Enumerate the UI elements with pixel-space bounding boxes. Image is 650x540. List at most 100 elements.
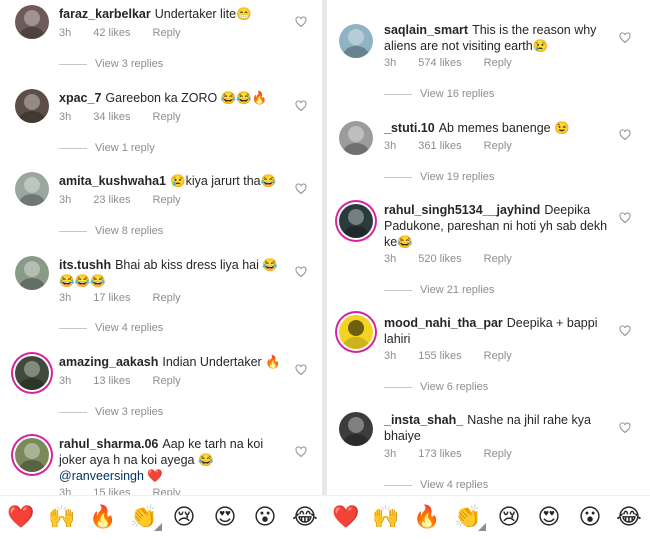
view-replies-button[interactable]: View 21 replies <box>384 284 494 296</box>
surprised-face-emoji-button[interactable]: 😮 <box>251 504 279 532</box>
comment-text: mood_nahi_tha_par Deepika + bappi lahiri <box>384 315 614 347</box>
reply-button[interactable]: Reply <box>484 140 512 152</box>
heart-icon[interactable] <box>295 100 307 112</box>
comment-body: 😢kiya jarurt tha😂 <box>170 174 277 188</box>
likes-count[interactable]: 15 likes <box>93 487 130 495</box>
heart-icon[interactable] <box>619 325 631 337</box>
view-replies-button[interactable]: View 16 replies <box>384 88 494 100</box>
fire-emoji-button[interactable]: 🔥 <box>413 504 441 532</box>
likes-count[interactable]: 520 likes <box>418 253 461 265</box>
comment-text: amazing_aakash Indian Undertaker 🔥 <box>59 354 284 370</box>
heart-icon[interactable] <box>619 32 631 44</box>
username[interactable]: amazing_aakash <box>59 355 158 369</box>
view-replies-label: View 16 replies <box>420 88 495 100</box>
heart-icon[interactable] <box>619 212 631 224</box>
heart-icon[interactable] <box>295 183 307 195</box>
username[interactable]: xpac_7 <box>59 91 101 105</box>
likes-count[interactable]: 574 likes <box>418 57 461 69</box>
username[interactable]: its.tushh <box>59 258 111 272</box>
username[interactable]: mood_nahi_tha_par <box>384 316 503 330</box>
heart-icon[interactable] <box>619 422 631 434</box>
fire-emoji-button[interactable]: 🔥 <box>89 504 117 532</box>
comment-text: _insta_shah_ Nashe na jhil rahe kya bhaiy… <box>384 412 614 444</box>
reply-button[interactable]: Reply <box>153 194 181 206</box>
comment-text: its.tushh Bhai ab kiss dress liya hai 😂😂😂… <box>59 257 284 289</box>
avatar[interactable] <box>339 121 373 155</box>
avatar[interactable] <box>339 204 373 238</box>
reply-button[interactable]: Reply <box>484 448 512 460</box>
heart-icon[interactable] <box>619 129 631 141</box>
quick-reaction-bar: ❤️ 🙌 🔥 👏 😢 😍 😮 😂 ❤️ 🙌 🔥 👏 😢 😍 😮 😂 <box>0 495 650 540</box>
view-replies-label: View 4 replies <box>420 479 489 491</box>
view-replies-button[interactable]: View 1 reply <box>59 142 155 154</box>
clapping-emoji-button[interactable]: 👏 <box>130 504 162 532</box>
likes-count[interactable]: 155 likes <box>418 350 461 362</box>
likes-count[interactable]: 34 likes <box>93 111 130 123</box>
comment-body: Indian Undertaker 🔥 <box>162 355 281 369</box>
heart-eyes-emoji-button[interactable]: 😍 <box>211 504 239 532</box>
reply-button[interactable]: Reply <box>153 292 181 304</box>
username[interactable]: _stuti.10 <box>384 121 435 135</box>
username[interactable]: saqlain_smart <box>384 23 468 37</box>
heart-icon[interactable] <box>295 266 307 278</box>
reply-button[interactable]: Reply <box>153 487 181 495</box>
view-replies-button[interactable]: View 4 replies <box>59 322 163 334</box>
raising-hands-emoji-button[interactable]: 🙌 <box>48 504 76 532</box>
avatar[interactable] <box>339 315 373 349</box>
view-replies-button[interactable]: View 19 replies <box>384 171 494 183</box>
avatar[interactable] <box>15 172 49 206</box>
view-replies-button[interactable]: View 3 replies <box>59 58 163 70</box>
avatar[interactable] <box>15 89 49 123</box>
timestamp: 3h <box>384 350 397 362</box>
heart-icon[interactable] <box>295 446 307 458</box>
heart-eyes-emoji-button[interactable]: 😍 <box>535 504 563 532</box>
avatar[interactable] <box>15 5 49 39</box>
likes-count[interactable]: 17 likes <box>93 292 130 304</box>
username[interactable]: rahul_sharma.06 <box>59 437 158 451</box>
view-replies-label: View 19 replies <box>420 171 495 183</box>
heart-icon[interactable] <box>295 364 307 376</box>
avatar[interactable] <box>15 356 49 390</box>
heart-icon[interactable] <box>295 16 307 28</box>
view-replies-label: View 21 replies <box>420 284 495 296</box>
avatar[interactable] <box>339 412 373 446</box>
view-replies-label: View 8 replies <box>95 225 164 237</box>
view-replies-button[interactable]: View 3 replies <box>59 406 163 418</box>
username[interactable]: rahul_singh5134__jayhind <box>384 203 540 217</box>
likes-count[interactable]: 361 likes <box>418 140 461 152</box>
view-replies-button[interactable]: View 8 replies <box>59 225 163 237</box>
crying-face-emoji-button[interactable]: 😢 <box>495 504 523 532</box>
avatar[interactable] <box>15 256 49 290</box>
avatar[interactable] <box>339 24 373 58</box>
username[interactable]: _insta_shah_ <box>384 413 463 427</box>
avatar[interactable] <box>15 438 49 472</box>
reply-button[interactable]: Reply <box>484 350 512 362</box>
likes-count[interactable]: 13 likes <box>93 375 130 387</box>
red-heart-emoji-button[interactable]: ❤️ <box>7 504 35 532</box>
reply-button[interactable]: Reply <box>153 111 181 123</box>
view-replies-button[interactable]: View 4 replies <box>384 479 488 491</box>
clapping-emoji-button[interactable]: 👏 <box>454 504 486 532</box>
comment-meta: 3h 17 likes Reply <box>59 292 203 304</box>
timestamp: 3h <box>384 57 397 69</box>
username[interactable]: faraz_karbelkar <box>59 7 151 21</box>
reply-button[interactable]: Reply <box>153 375 181 387</box>
timestamp: 3h <box>384 448 397 460</box>
mention-link[interactable]: @ranveersingh ❤️ <box>59 469 163 483</box>
red-heart-emoji-button[interactable]: ❤️ <box>332 504 360 532</box>
reply-button[interactable]: Reply <box>484 253 512 265</box>
username[interactable]: amita_kushwaha1 <box>59 174 166 188</box>
timestamp: 3h <box>384 253 397 265</box>
raising-hands-emoji-button[interactable]: 🙌 <box>372 504 400 532</box>
likes-count[interactable]: 42 likes <box>93 27 130 39</box>
surprised-face-emoji-button[interactable]: 😮 <box>576 504 604 532</box>
reply-button[interactable]: Reply <box>153 27 181 39</box>
likes-count[interactable]: 173 likes <box>418 448 461 460</box>
reply-button[interactable]: Reply <box>484 57 512 69</box>
view-replies-button[interactable]: View 6 replies <box>384 381 488 393</box>
crying-face-emoji-button[interactable]: 😢 <box>170 504 198 532</box>
view-replies-label: View 3 replies <box>95 58 164 70</box>
likes-count[interactable]: 23 likes <box>93 194 130 206</box>
tears-of-joy-emoji-button[interactable]: 😂 <box>291 504 319 532</box>
tears-of-joy-emoji-button[interactable]: 😂 <box>615 504 643 532</box>
